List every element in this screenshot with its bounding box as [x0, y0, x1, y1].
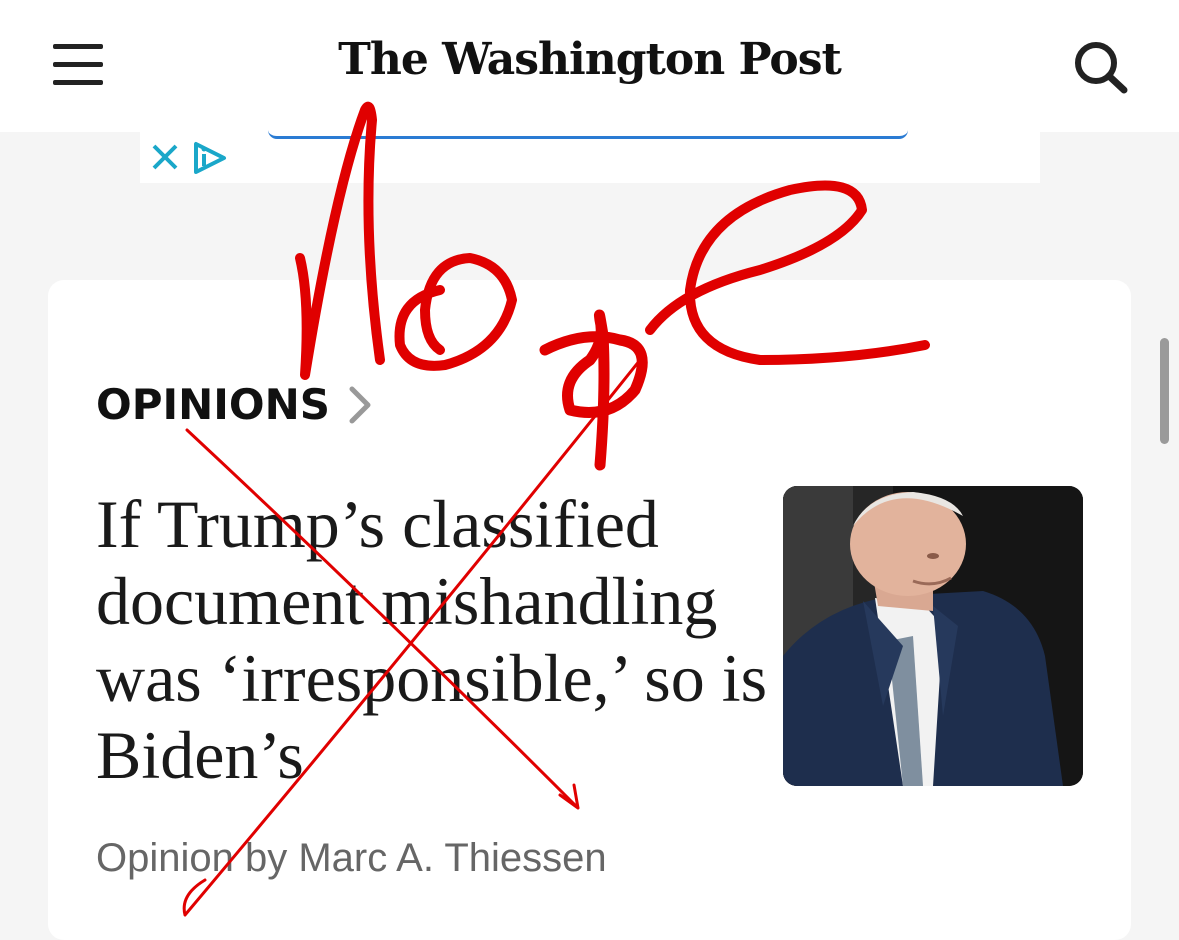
ad-banner-edge	[268, 130, 908, 139]
article-photo	[783, 486, 1083, 786]
chevron-right-icon	[349, 386, 371, 423]
search-icon	[1075, 42, 1128, 94]
ad-banner	[140, 132, 1040, 183]
search-button[interactable]	[1072, 40, 1130, 94]
top-navigation-bar: The Washington Post	[0, 0, 1179, 132]
ad-close-button[interactable]	[150, 142, 180, 172]
ad-choices-button[interactable]	[190, 140, 230, 176]
article-byline: Opinion by Marc A. Thiessen	[96, 836, 607, 880]
close-icon	[152, 144, 178, 170]
scrollbar-thumb[interactable]	[1160, 338, 1169, 444]
article-thumbnail[interactable]	[783, 486, 1083, 786]
masthead-logo[interactable]: The Washington Post	[0, 34, 1179, 85]
section-label: OPINIONS	[96, 380, 330, 429]
article-headline[interactable]: If Trump’s classified document mishandli…	[96, 486, 768, 794]
section-link-opinions[interactable]: OPINIONS	[96, 380, 376, 429]
ad-choices-icon	[194, 142, 226, 174]
